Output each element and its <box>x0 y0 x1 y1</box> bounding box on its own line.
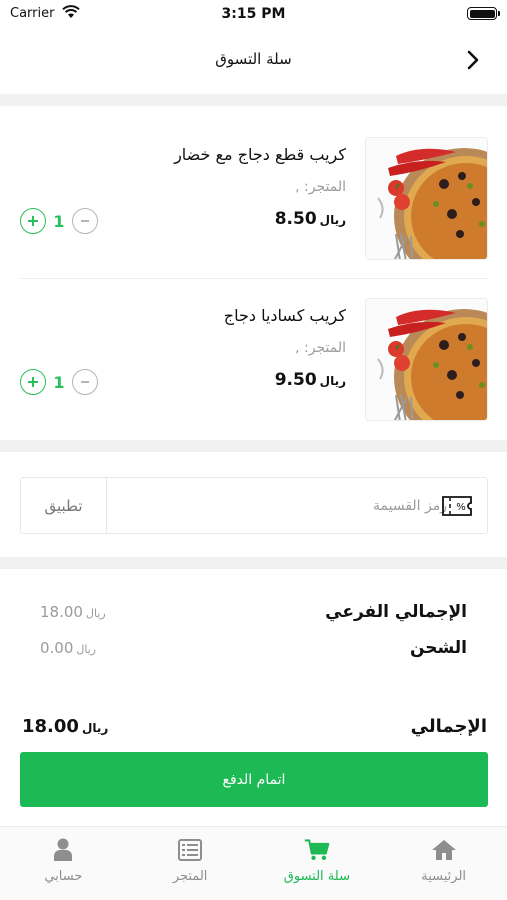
item-price: 8.50 ريال <box>275 209 346 229</box>
currency-label: ريال <box>319 374 346 388</box>
subtotal-value: 18.00 ريال <box>40 603 106 621</box>
quantity-value: 1 <box>53 372 65 392</box>
minus-icon <box>80 220 89 222</box>
clock: 3:15 PM <box>221 6 286 22</box>
svg-text:%: % <box>456 502 466 513</box>
quantity-stepper: 1 <box>20 207 98 235</box>
home-icon <box>431 837 457 863</box>
cart-item: كريب قطع دجاج مع خضار المتجر: , 8.50 ريال… <box>0 123 507 263</box>
total-label: الإجمالي <box>410 716 487 737</box>
plus-icon <box>28 216 38 226</box>
pizza-image <box>366 299 487 420</box>
cart-item: كريب كساديا دجاج المتجر: , 9.50 ريال 1 <box>0 284 507 424</box>
chevron-right-icon <box>467 50 479 70</box>
status-bar: Carrier 3:15 PM <box>0 0 507 28</box>
list-icon <box>177 837 203 863</box>
user-icon <box>50 837 76 863</box>
apply-coupon-button[interactable]: تطبيق <box>21 478 107 533</box>
item-store: المتجر: , <box>295 179 346 195</box>
checkout-button[interactable]: اتمام الدفع <box>20 752 488 807</box>
pizza-image <box>366 138 487 259</box>
tab-store[interactable]: المتجر <box>127 827 254 900</box>
tab-home[interactable]: الرئيسية <box>380 827 507 900</box>
item-name: كريب قطع دجاج مع خضار <box>174 145 346 164</box>
decrease-quantity-button[interactable] <box>71 208 98 234</box>
coupon-icon: % <box>442 496 472 516</box>
quantity-value: 1 <box>53 211 65 231</box>
shipping-value: 0.00 ريال <box>40 639 96 657</box>
total-amount: 18.00 <box>22 716 79 737</box>
item-image <box>365 298 488 421</box>
back-button[interactable] <box>461 47 485 73</box>
battery-icon <box>467 7 500 20</box>
item-name: كريب كساديا دجاج <box>223 306 346 325</box>
increase-quantity-button[interactable] <box>20 369 46 395</box>
increase-quantity-button[interactable] <box>20 208 46 234</box>
tab-label: المتجر <box>172 869 208 884</box>
currency-label: ريال <box>85 607 106 620</box>
tab-account[interactable]: حسابي <box>0 827 127 900</box>
item-divider <box>20 278 488 279</box>
total-value: 18.00 ريال <box>22 716 108 737</box>
cart-icon <box>304 837 330 863</box>
subtotal-amount: 18.00 <box>40 603 83 621</box>
quantity-stepper: 1 <box>20 368 98 396</box>
subtotal-label: الإجمالي الفرعي <box>325 602 467 622</box>
tab-label: سلة التسوق <box>283 869 350 884</box>
item-store: المتجر: , <box>295 340 346 356</box>
tab-label: حسابي <box>44 869 83 884</box>
tab-cart[interactable]: سلة التسوق <box>254 827 381 900</box>
minus-icon <box>80 381 89 383</box>
coupon-box: تطبيق % <box>20 477 488 534</box>
price-value: 9.50 <box>274 370 317 390</box>
shipping-amount: 0.00 <box>40 639 74 657</box>
coupon-input[interactable] <box>117 488 447 524</box>
tab-label: الرئيسية <box>421 869 467 884</box>
price-value: 8.50 <box>274 209 317 229</box>
shipping-label: الشحن <box>409 638 467 658</box>
section-divider <box>0 94 507 106</box>
item-price: 9.50 ريال <box>275 370 346 390</box>
currency-label: ريال <box>319 213 346 227</box>
section-divider <box>0 440 507 452</box>
tab-bar: الرئيسية سلة التسوق المتجر حسابي <box>0 826 507 900</box>
currency-label: ريال <box>81 721 109 735</box>
plus-icon <box>28 377 38 387</box>
nav-header: سلة التسوق <box>0 38 507 82</box>
section-divider <box>0 557 507 569</box>
item-image <box>365 137 488 260</box>
page-title: سلة التسوق <box>215 50 292 68</box>
decrease-quantity-button[interactable] <box>71 369 98 395</box>
currency-label: ريال <box>76 643 97 656</box>
